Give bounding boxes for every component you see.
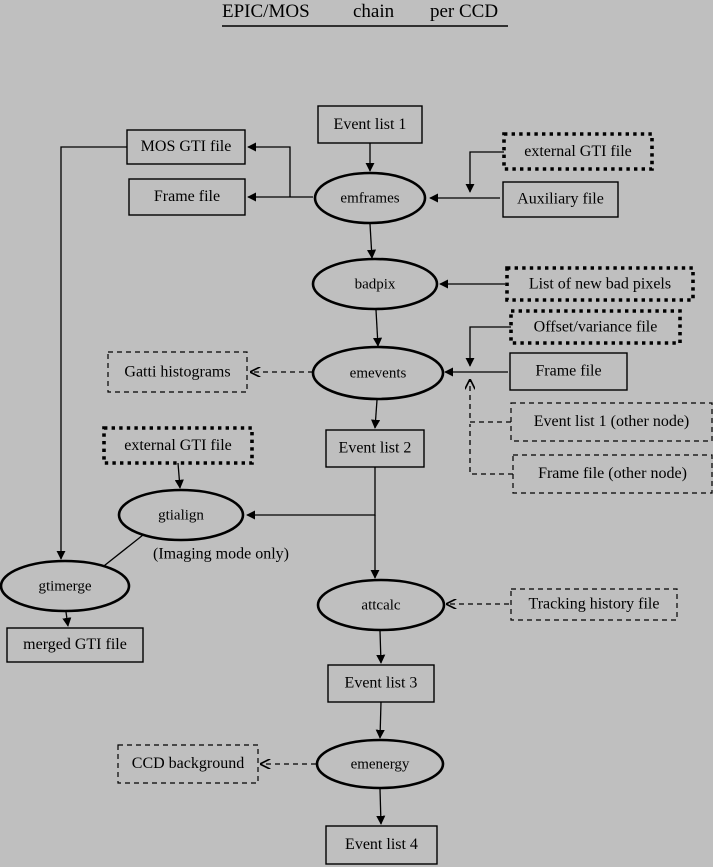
merged-gti-file-label: merged GTI file xyxy=(23,636,127,653)
edge-emframes-mosgti xyxy=(247,142,291,197)
node-emevents[interactable]: emevents xyxy=(311,345,445,401)
node-event-list-4[interactable]: Event list 4 xyxy=(325,825,438,865)
frame-file-other-node-label: Frame file (other node) xyxy=(538,465,687,482)
tracking-history-file-label: Tracking history file xyxy=(529,596,660,613)
edge-eventlist3-emenergy xyxy=(375,701,385,739)
edge-emframes-badpix xyxy=(366,223,377,259)
external-gti-file-top-label: external GTI file xyxy=(524,143,632,160)
node-attcalc[interactable]: attcalc xyxy=(316,578,446,632)
emenergy-label: emenergy xyxy=(351,756,410,772)
epic-mos-chain-flowchart: EPIC/MOS chain per CCD Event list 1 MOS … xyxy=(0,1,713,865)
mos-gti-file-label: MOS GTI file xyxy=(141,138,232,155)
ccd-background-label: CCD background xyxy=(132,755,244,772)
node-event-list-1-other-node[interactable]: Event list 1 (other node) xyxy=(510,402,713,442)
edge-mosgti-gtimerge xyxy=(56,146,127,560)
node-gatti-histograms[interactable]: Gatti histograms xyxy=(107,351,248,393)
event-list-4-label: Event list 4 xyxy=(345,836,418,853)
auxiliary-file-label: Auxiliary file xyxy=(517,191,604,208)
node-frame-file-other-node[interactable]: Frame file (other node) xyxy=(512,454,713,494)
node-emenergy[interactable]: emenergy xyxy=(315,738,445,790)
offset-variance-file-label: Offset/variance file xyxy=(534,319,658,336)
frame-file-mid-label: Frame file xyxy=(535,363,601,380)
frame-file-top-label: Frame file xyxy=(154,188,220,205)
emframes-label: emframes xyxy=(340,190,399,206)
node-offset-variance-file[interactable]: Offset/variance file xyxy=(509,309,682,345)
solid-file-boxes: Event list 1 MOS GTI file Frame file Aux… xyxy=(6,105,628,865)
node-ccd-background[interactable]: CCD background xyxy=(117,744,259,784)
edge-eventlist1other-emevents xyxy=(470,380,511,423)
node-merged-gti-file[interactable]: merged GTI file xyxy=(6,627,144,663)
page-title-part-3: per CCD xyxy=(430,1,498,22)
node-frame-file-mid[interactable]: Frame file xyxy=(509,352,628,391)
diagram-page: EPIC/MOS chain per CCD Event list 1 MOS … xyxy=(0,0,713,867)
event-list-3-label: Event list 3 xyxy=(345,675,418,692)
gtialign-label: gtialign xyxy=(158,507,204,523)
node-tracking-history-file[interactable]: Tracking history file xyxy=(510,588,678,621)
edge-gtimerge-mergedgti xyxy=(62,611,72,627)
gatti-histograms-label: Gatti histograms xyxy=(124,364,230,381)
edge-framefileother-riser xyxy=(469,424,513,475)
imaging-mode-note: (Imaging mode only) xyxy=(153,546,289,563)
page-title-part-1: EPIC/MOS xyxy=(222,1,310,22)
node-external-gti-file-top[interactable]: external GTI file xyxy=(502,132,654,171)
edge-layer xyxy=(56,142,513,825)
edge-emevents-eventlist2 xyxy=(371,399,381,429)
edge-externalgtimid-gtialign xyxy=(174,462,184,489)
event-list-2-label: Event list 2 xyxy=(339,440,412,457)
badpix-label: badpix xyxy=(355,276,396,292)
node-external-gti-file-mid[interactable]: external GTI file xyxy=(102,426,254,465)
node-badpix[interactable]: badpix xyxy=(311,257,439,311)
external-gti-file-mid-label: external GTI file xyxy=(124,437,232,454)
node-emframes[interactable]: emframes xyxy=(313,171,427,225)
node-event-list-1[interactable]: Event list 1 xyxy=(317,105,423,144)
page-title-part-2: chain xyxy=(353,1,395,22)
edge-offsetvariance-emevents xyxy=(465,326,511,367)
bad-pixel-list-label: List of new bad pixels xyxy=(529,276,671,293)
gtimerge-label: gtimerge xyxy=(38,578,91,594)
edge-attcalc-eventlist3 xyxy=(376,630,386,664)
edge-externalgti-emframes xyxy=(465,151,504,193)
attcalc-label: attcalc xyxy=(361,597,400,613)
edge-eventlist2-gtialign xyxy=(246,467,376,520)
node-event-list-3[interactable]: Event list 3 xyxy=(327,664,435,703)
node-frame-file-top[interactable]: Frame file xyxy=(128,178,246,216)
node-gtimerge[interactable]: gtimerge xyxy=(0,559,131,613)
edge-badpix-emevents xyxy=(373,309,383,347)
node-event-list-2[interactable]: Event list 2 xyxy=(325,429,425,468)
node-bad-pixel-list[interactable]: List of new bad pixels xyxy=(505,266,695,302)
event-list-1-label: Event list 1 xyxy=(334,116,407,133)
dashed-file-boxes: Gatti histograms Event list 1 (other nod… xyxy=(107,351,713,784)
event-list-1-other-node-label: Event list 1 (other node) xyxy=(534,413,690,430)
emevents-label: emevents xyxy=(350,365,407,381)
node-gtialign[interactable]: gtialign xyxy=(117,488,245,542)
edge-emenergy-eventlist4 xyxy=(376,788,386,825)
node-auxiliary-file[interactable]: Auxiliary file xyxy=(502,181,619,218)
node-mos-gti-file[interactable]: MOS GTI file xyxy=(126,129,246,165)
